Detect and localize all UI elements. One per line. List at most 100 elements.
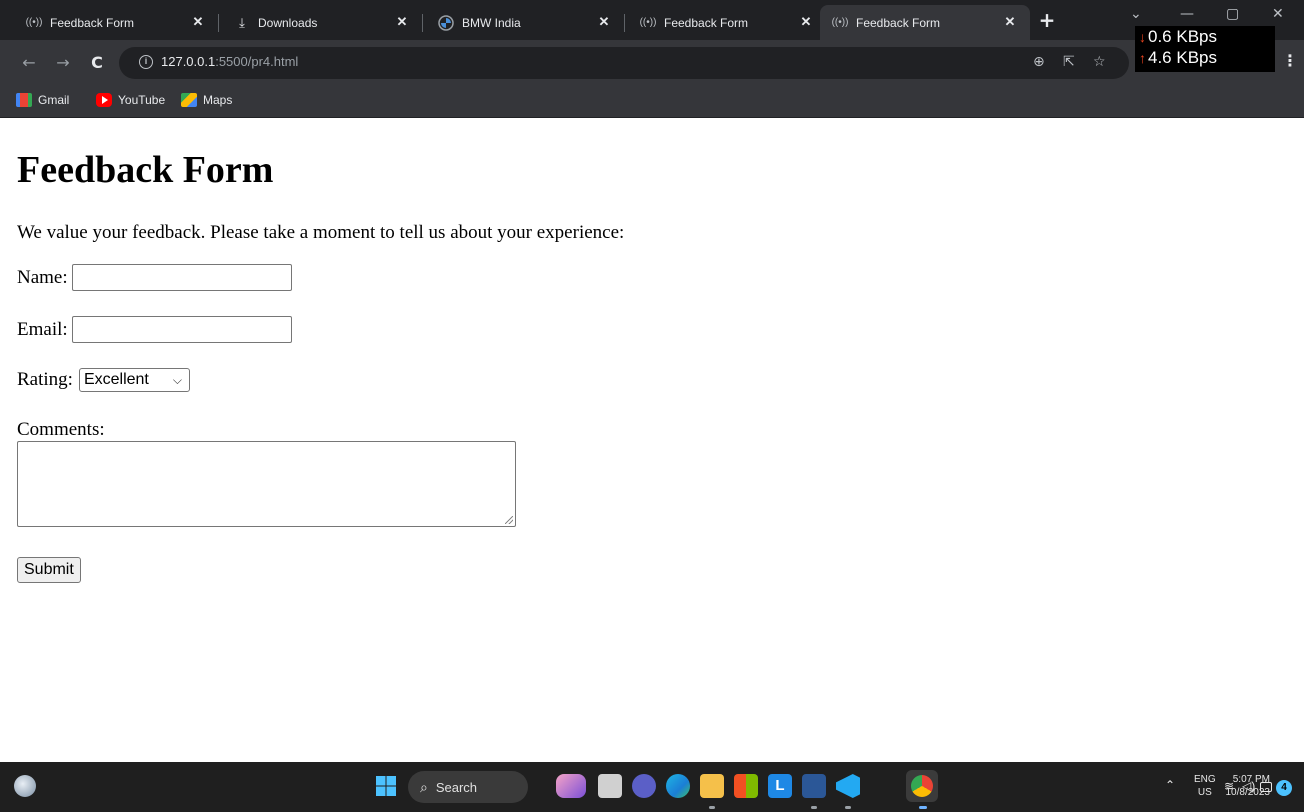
tab-title: Feedback Form: [664, 15, 749, 30]
tab-title: Feedback Form: [856, 15, 941, 30]
page-content: Feedback Form We value your feedback. Pl…: [0, 118, 1304, 762]
tab-feedback-form-1[interactable]: ((•)) Feedback Form ✕: [0, 5, 218, 40]
restore-icon[interactable]: ▢: [1226, 6, 1239, 22]
running-indicator: [709, 806, 715, 809]
widgets-icon[interactable]: [556, 774, 586, 798]
tray-overflow-icon[interactable]: ⌃: [1165, 778, 1175, 798]
radio-waves-icon: ((•)): [25, 17, 43, 28]
page-title: Feedback Form: [17, 149, 274, 191]
word-icon[interactable]: [802, 774, 826, 798]
windows-start-icon[interactable]: [376, 776, 396, 796]
network-speed-meter: ↓ 0.6 KBps ↑ 4.6 KBps: [1135, 26, 1275, 72]
clock-date: 10/8/2023: [1225, 787, 1271, 798]
email-row: Email:: [17, 316, 292, 343]
system-clock[interactable]: 5:07 PM 10/8/2023: [1218, 773, 1271, 803]
resize-handle-icon[interactable]: [505, 516, 513, 524]
forward-icon[interactable]: →: [52, 52, 74, 74]
tab-title: BMW India: [462, 15, 521, 30]
weather-icon[interactable]: [14, 775, 36, 797]
youtube-icon: [96, 93, 112, 107]
address-bar[interactable]: i 127.0.0.1:5500/pr4.html ⊕ ⇱ ☆: [119, 47, 1129, 79]
task-view-icon[interactable]: [598, 774, 622, 798]
running-indicator: [845, 806, 851, 809]
rating-selected-value: Excellent: [83, 371, 149, 388]
info-icon[interactable]: i: [139, 55, 153, 69]
browser-menu-icon[interactable]: ⋮: [1282, 51, 1298, 70]
bmw-logo-icon: [438, 14, 454, 31]
rating-label: Rating:: [17, 369, 73, 390]
region-code: US: [1197, 787, 1212, 798]
windows-taskbar: ⌕ Search L ⌃ ENG US ≋ ◁): [0, 762, 1304, 812]
download-speed-value: 0.6 KBps: [1148, 27, 1217, 46]
file-explorer-icon[interactable]: [700, 774, 724, 798]
submit-button[interactable]: Submit: [17, 557, 81, 583]
chevron-down-icon: ⌵: [172, 373, 182, 387]
download-speed: ↓ 0.6 KBps: [1139, 27, 1217, 47]
bookmark-gmail[interactable]: Gmail: [16, 93, 69, 107]
store-icon[interactable]: [734, 774, 758, 798]
name-input[interactable]: [71, 264, 292, 291]
rating-select[interactable]: Excellent ⌵: [78, 368, 190, 392]
arrow-down-icon: ↓: [1139, 29, 1146, 45]
language-code: ENG: [1194, 774, 1216, 785]
bookmark-label: Maps: [203, 93, 233, 107]
tab-title: Downloads: [258, 15, 318, 30]
bookmark-label: Gmail: [38, 93, 70, 107]
comments-label: Comments:: [17, 419, 105, 440]
download-icon: ⤓: [239, 14, 245, 30]
bookmark-maps[interactable]: Maps: [181, 93, 232, 107]
address-path: :5500/pr4.html: [215, 54, 299, 69]
vscode-icon[interactable]: [836, 774, 860, 798]
tab-title: Feedback Form: [50, 15, 135, 30]
bookmark-star-icon[interactable]: ☆: [1093, 54, 1106, 70]
tab-strip: ((•)) Feedback Form ✕ ⤓ Downloads ✕ BMW …: [0, 0, 1304, 40]
reload-icon[interactable]: C: [86, 52, 108, 74]
gmail-icon: [16, 93, 32, 107]
maps-icon: [181, 93, 197, 107]
search-icon: ⌕: [420, 778, 428, 795]
address-host: 127.0.0.1: [161, 54, 216, 69]
tab-feedback-form-2[interactable]: ((•)) Feedback Form ✕: [614, 5, 826, 40]
edge-icon[interactable]: [666, 774, 690, 798]
tab-downloads[interactable]: ⤓ Downloads ✕: [208, 5, 422, 40]
minimize-icon[interactable]: —: [1180, 6, 1194, 22]
email-input[interactable]: [71, 316, 292, 343]
taskbar-search[interactable]: ⌕ Search: [408, 771, 528, 803]
bookmarks-bar: Gmail YouTube Maps: [0, 86, 1304, 118]
active-indicator: [919, 806, 927, 809]
app-l-icon[interactable]: L: [768, 774, 792, 798]
close-icon[interactable]: ✕: [596, 14, 612, 30]
notification-badge[interactable]: 4: [1276, 780, 1292, 796]
running-indicator: [811, 806, 817, 809]
close-icon[interactable]: ✕: [394, 14, 410, 30]
chrome-icon[interactable]: [911, 775, 933, 797]
close-icon[interactable]: ✕: [798, 14, 814, 30]
name-row: Name:: [17, 264, 292, 291]
close-icon[interactable]: ✕: [190, 14, 206, 30]
new-tab-button[interactable]: +: [1036, 9, 1058, 31]
tab-feedback-form-active[interactable]: ((•)) Feedback Form ✕: [820, 5, 1030, 40]
language-indicator[interactable]: ENG US: [1194, 773, 1216, 803]
comments-textarea[interactable]: [17, 441, 516, 527]
address-url[interactable]: 127.0.0.1:5500/pr4.html: [161, 54, 298, 69]
bookmark-label: YouTube: [118, 93, 166, 107]
clock-time: 5:07 PM: [1232, 774, 1270, 785]
taskbar-search-label: Search: [435, 779, 478, 795]
intro-text: We value your feedback. Please take a mo…: [17, 222, 625, 243]
tab-search-chevron-icon[interactable]: ⌄: [1130, 6, 1142, 22]
window-close-icon[interactable]: ✕: [1272, 6, 1284, 22]
radio-waves-icon: ((•)): [831, 17, 849, 28]
radio-waves-icon: ((•)): [639, 17, 657, 28]
zoom-icon[interactable]: ⊕: [1033, 54, 1045, 70]
rating-row: Rating: Excellent ⌵: [17, 368, 190, 392]
chat-icon[interactable]: [632, 774, 656, 798]
arrow-up-icon: ↑: [1139, 50, 1146, 66]
upload-speed: ↑ 4.6 KBps: [1139, 48, 1217, 68]
close-icon[interactable]: ✕: [1002, 14, 1018, 30]
back-icon[interactable]: ←: [18, 52, 40, 74]
upload-speed-value: 4.6 KBps: [1148, 48, 1217, 67]
share-icon[interactable]: ⇱: [1063, 54, 1075, 70]
bookmark-youtube[interactable]: YouTube: [96, 93, 165, 107]
tab-bmw-india[interactable]: BMW India ✕: [412, 5, 624, 40]
name-label: Name:: [17, 266, 68, 288]
